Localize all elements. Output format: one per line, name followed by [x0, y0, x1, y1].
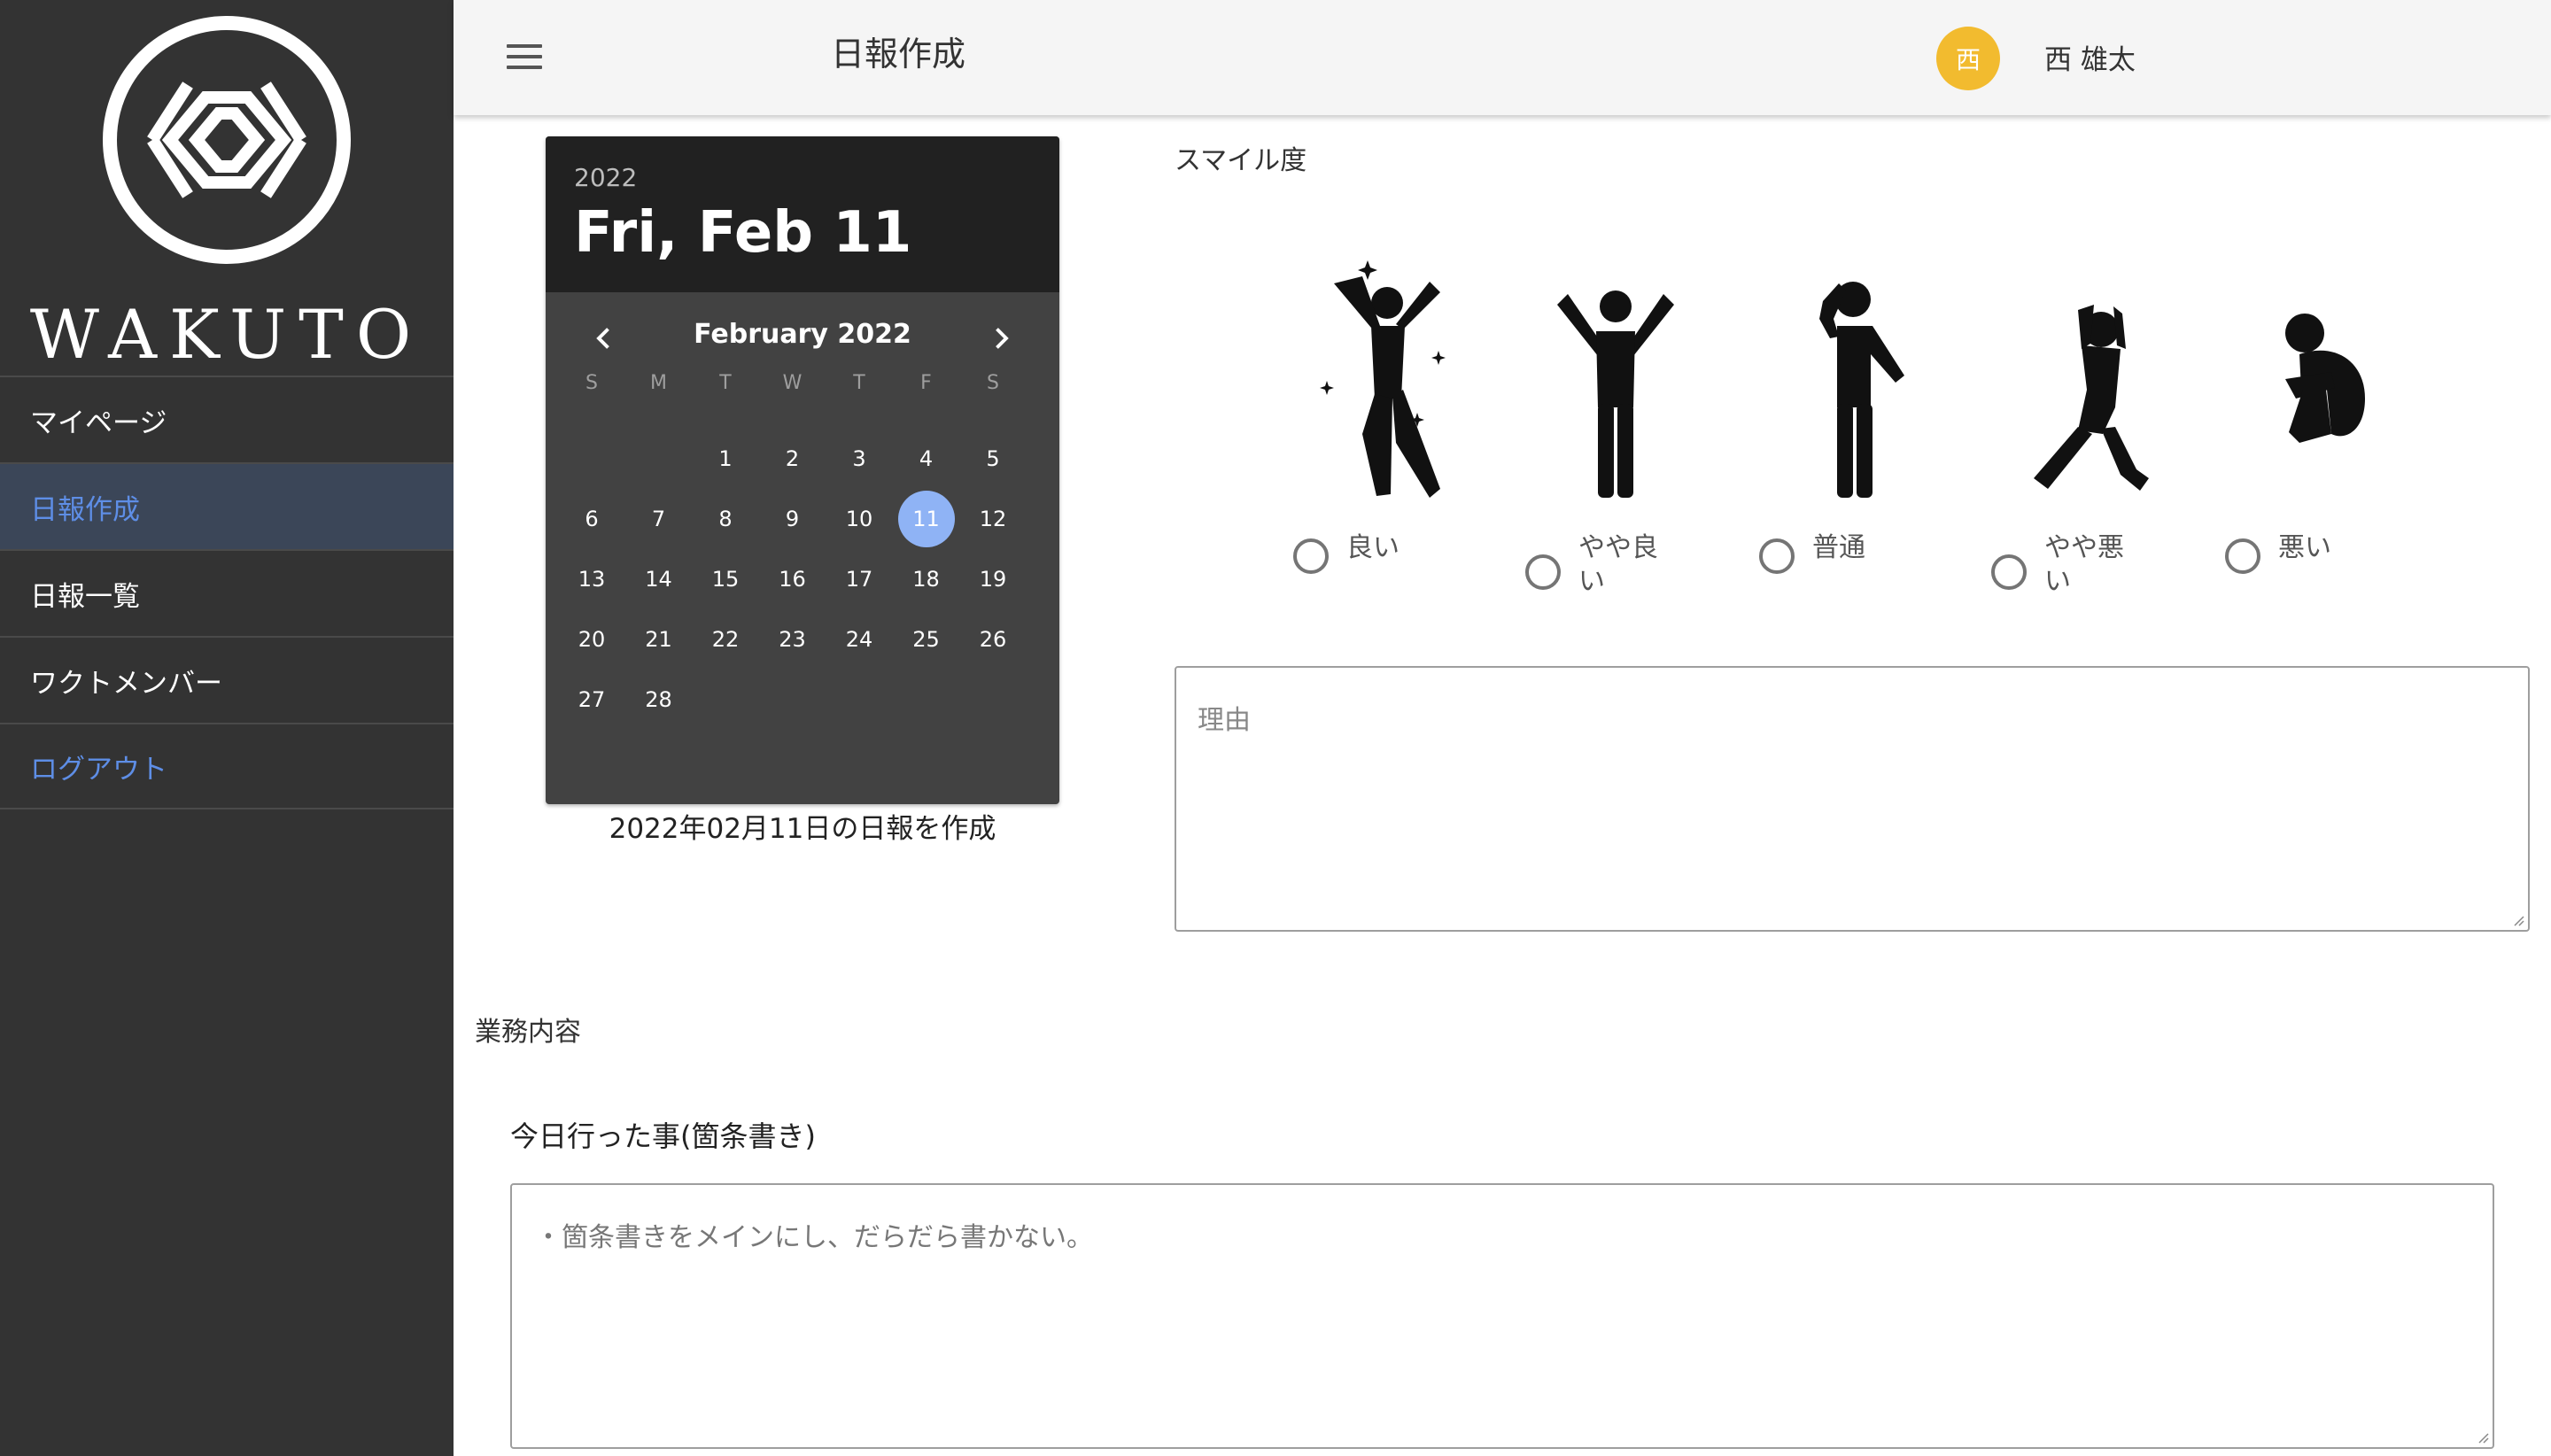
sidebar-item-report-list[interactable]: 日報一覧 — [0, 549, 454, 636]
radio-bad[interactable] — [2225, 538, 2260, 574]
smile-label: スマイル度 — [1175, 145, 1307, 176]
smile-option-label: 良い — [1346, 532, 1400, 563]
calendar-day[interactable]: 21 — [631, 611, 687, 668]
weekday-header: M — [650, 372, 667, 394]
date-picker-header: 2022 Fri, Feb 11 — [546, 136, 1059, 292]
picker-selected-date: Fri, Feb 11 — [574, 200, 912, 266]
top-bar: 日報作成 西 西 雄太 — [454, 0, 2551, 115]
calendar-day[interactable]: 2 — [764, 430, 821, 487]
calendar-day[interactable]: 14 — [631, 551, 687, 608]
calendar-day[interactable]: 24 — [831, 611, 888, 668]
calendar-day[interactable]: 13 — [563, 551, 620, 608]
calendar-day[interactable]: 19 — [965, 551, 1021, 608]
logo[interactable]: WAKUTO — [0, 0, 454, 376]
calendar-day[interactable]: 15 — [697, 551, 754, 608]
wakuto-logo-icon — [103, 16, 351, 264]
calendar-day[interactable]: 1 — [697, 430, 754, 487]
calendar-day[interactable]: 25 — [898, 611, 955, 668]
calendar-day[interactable]: 23 — [764, 611, 821, 668]
smile-option-good[interactable]: 良い — [1293, 531, 1400, 574]
calendar-day[interactable]: 27 — [563, 671, 620, 728]
smile-option-label: やや悪い — [2044, 532, 2124, 597]
user-name[interactable]: 西 雄太 — [2044, 37, 2136, 77]
calendar-day[interactable]: 28 — [631, 671, 687, 728]
arms-raised-figure-icon — [1557, 290, 1674, 498]
work-content-label: 業務内容 — [475, 1017, 581, 1048]
calendar-day[interactable]: 22 — [697, 611, 754, 668]
today-done-placeholder: ・箇条書きをメインにし、だらだら書かない。 — [535, 1222, 1093, 1253]
crouching-figure-icon — [2285, 314, 2365, 443]
head-in-hands-figure-icon — [2034, 305, 2149, 491]
calendar-day[interactable]: 12 — [965, 491, 1021, 547]
weekday-header: S — [585, 372, 598, 394]
month-label: February 2022 — [694, 319, 911, 350]
weekday-header: S — [987, 372, 999, 394]
thinking-figure-icon — [1819, 282, 1904, 498]
radio-normal[interactable] — [1759, 538, 1795, 574]
calendar-day[interactable]: 9 — [764, 491, 821, 547]
resize-handle-icon[interactable] — [2510, 912, 2524, 926]
calendar-day[interactable]: 8 — [697, 491, 754, 547]
resize-handle-icon[interactable] — [2475, 1429, 2489, 1444]
radio-good[interactable] — [1293, 538, 1329, 574]
reason-textarea[interactable]: 理由 — [1175, 666, 2530, 932]
calendar-day[interactable]: 26 — [965, 611, 1021, 668]
sidebar: WAKUTO マイページ 日報作成 日報一覧 ワクトメンバー ログアウト — [0, 0, 454, 1456]
calendar-day[interactable]: 18 — [898, 551, 955, 608]
picker-year[interactable]: 2022 — [574, 163, 637, 192]
smile-option-bad[interactable]: 悪い — [2225, 531, 2331, 574]
chevron-right-icon[interactable] — [985, 322, 1017, 354]
jumping-joy-figure-icon — [1320, 260, 1446, 498]
calendar-day[interactable]: 6 — [563, 491, 620, 547]
calendar-day-selected[interactable]: 11 — [897, 491, 955, 547]
hamburger-icon[interactable] — [507, 44, 542, 71]
logo-text: WAKUTO — [29, 295, 424, 374]
avatar[interactable]: 西 — [1936, 27, 2000, 90]
weekday-header: F — [920, 372, 932, 394]
picker-caption: 2022年02月11日の日報を作成 — [609, 813, 996, 845]
calendar-day[interactable]: 20 — [563, 611, 620, 668]
sidebar-item-create-report[interactable]: 日報作成 — [0, 462, 454, 549]
sidebar-item-members[interactable]: ワクトメンバー — [0, 636, 454, 723]
smile-option-label: やや良い — [1578, 532, 1658, 597]
calendar-day[interactable]: 10 — [831, 491, 888, 547]
calendar-day[interactable]: 4 — [898, 430, 955, 487]
calendar-day[interactable]: 3 — [831, 430, 888, 487]
today-done-textarea[interactable]: ・箇条書きをメインにし、だらだら書かない。 — [510, 1183, 2494, 1449]
radio-fairly-good[interactable] — [1525, 554, 1561, 590]
reason-placeholder: 理由 — [1198, 705, 1251, 736]
smile-option-normal[interactable]: 普通 — [1759, 531, 1865, 574]
calendar-day[interactable]: 7 — [631, 491, 687, 547]
sidebar-nav: マイページ 日報作成 日報一覧 ワクトメンバー ログアウト — [0, 376, 454, 809]
radio-fairly-bad[interactable] — [1991, 554, 2027, 590]
weekday-header: T — [719, 372, 732, 394]
month-navigation: February 2022 — [546, 292, 1059, 384]
calendar-day[interactable]: 5 — [965, 430, 1021, 487]
smile-option-label: 普通 — [1812, 532, 1865, 563]
calendar-day[interactable]: 16 — [764, 551, 821, 608]
sidebar-item-mypage[interactable]: マイページ — [0, 376, 454, 462]
sidebar-item-logout[interactable]: ログアウト — [0, 723, 454, 809]
smile-option-fairly-bad[interactable]: やや悪い — [1991, 531, 2142, 599]
smile-option-label: 悪い — [2278, 532, 2331, 563]
smile-option-fairly-good[interactable]: やや良い — [1525, 531, 1676, 599]
weekday-header: T — [853, 372, 865, 394]
date-picker: 2022 Fri, Feb 11 February 2022 SMTWTFS12… — [546, 136, 1059, 804]
today-done-label: 今日行った事(箇条書き) — [510, 1119, 816, 1153]
weekday-header: W — [782, 372, 803, 394]
page-title: 日報作成 — [831, 35, 966, 74]
calendar-day[interactable]: 17 — [831, 551, 888, 608]
